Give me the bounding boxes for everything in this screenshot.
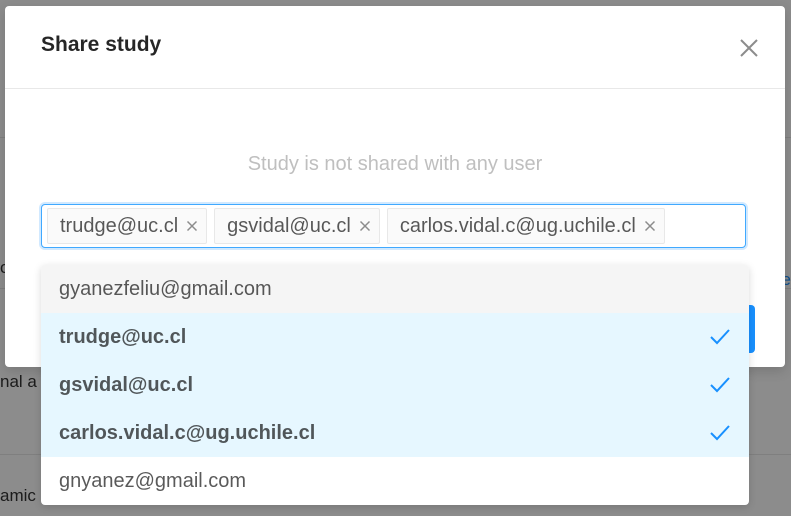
check-icon (709, 328, 731, 346)
modal-header: Share study (5, 6, 785, 89)
close-icon (740, 39, 758, 57)
dropdown-option[interactable]: trudge@uc.cl (41, 313, 749, 361)
user-select-dropdown: gyanezfeliu@gmail.com trudge@uc.cl gsvid… (41, 265, 749, 505)
check-icon (709, 376, 731, 394)
option-label: trudge@uc.cl (59, 325, 187, 348)
option-label: gsvidal@uc.cl (59, 373, 193, 396)
tag-label: trudge@uc.cl (60, 214, 179, 237)
option-label: gyanezfeliu@gmail.com (59, 277, 272, 300)
dropdown-option[interactable]: gyanezfeliu@gmail.com (41, 265, 749, 313)
selected-user-tag: carlos.vidal.c@ug.uchile.cl (386, 208, 665, 244)
tag-label: gsvidal@uc.cl (227, 214, 351, 237)
dropdown-option[interactable]: gnyanez@gmail.com (41, 457, 749, 505)
tag-remove-icon[interactable] (359, 220, 371, 232)
selected-user-tag: trudge@uc.cl (47, 208, 208, 244)
tag-remove-icon[interactable] (186, 220, 198, 232)
tag-remove-icon[interactable] (644, 220, 656, 232)
dropdown-option[interactable]: carlos.vidal.c@ug.uchile.cl (41, 409, 749, 457)
close-button[interactable] (733, 32, 765, 64)
user-select-input[interactable]: trudge@uc.cl gsvidal@uc.cl carlos.vidal.… (41, 204, 746, 248)
empty-share-message: Study is not shared with any user (247, 153, 543, 175)
option-label: carlos.vidal.c@ug.uchile.cl (59, 421, 316, 444)
selected-user-tag: gsvidal@uc.cl (214, 208, 380, 244)
modal-title: Share study (41, 33, 162, 56)
tag-label: carlos.vidal.c@ug.uchile.cl (399, 214, 636, 237)
check-icon (709, 424, 731, 442)
option-label: gnyanez@gmail.com (59, 469, 247, 492)
dropdown-option[interactable]: gsvidal@uc.cl (41, 361, 749, 409)
